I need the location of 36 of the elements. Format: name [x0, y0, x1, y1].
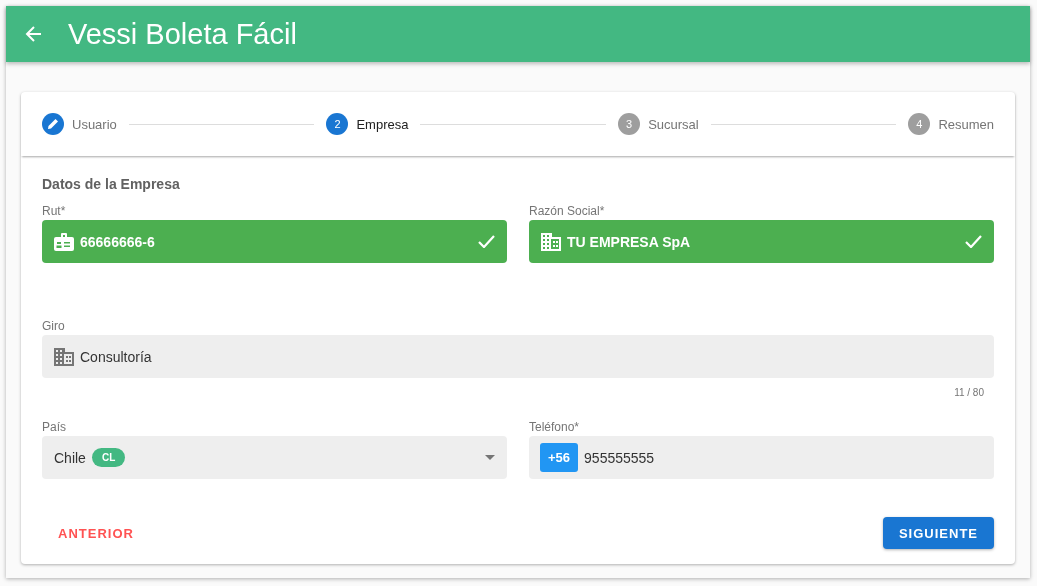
stepper-step[interactable]: Usuario: [42, 113, 117, 135]
field-value: 66666666-6: [80, 233, 156, 250]
select-field[interactable]: Chile CL: [42, 436, 507, 479]
input-field[interactable]: TU EMPRESA SpA: [529, 220, 994, 263]
input-field[interactable]: 66666666-6: [42, 220, 507, 263]
field-value: 955555555: [584, 449, 656, 466]
input-field[interactable]: Consultoría: [42, 335, 994, 378]
building-icon: [541, 232, 561, 251]
field-label: Razón Social*: [529, 204, 605, 218]
back-arrow-icon[interactable]: [24, 24, 44, 44]
step-number: 3: [618, 113, 641, 135]
field-label: País: [42, 420, 66, 434]
next-button[interactable]: SIGUIENTE: [882, 517, 994, 549]
id-badge-icon: [54, 232, 74, 251]
field-label: Teléfono*: [529, 420, 580, 434]
field-value: Chile: [54, 449, 86, 466]
building-icon: [54, 347, 74, 366]
field-label: Giro: [42, 319, 65, 333]
field-value: Consultoría: [80, 348, 153, 365]
check-icon: [478, 235, 495, 248]
step-number: 2: [326, 113, 349, 135]
character-counter: 11 / 80: [954, 387, 984, 398]
step-number: 4: [908, 113, 931, 135]
app-title: Vessi Boleta Fácil: [68, 17, 297, 51]
check-icon: [965, 235, 982, 248]
section-title: Datos de la Empresa: [42, 176, 181, 192]
previous-button[interactable]: ANTERIOR: [42, 517, 150, 549]
stepper-step[interactable]: 3 Sucursal: [618, 113, 699, 135]
stepper-step[interactable]: 4 Resumen: [908, 113, 994, 135]
dropdown-caret-icon: [485, 455, 495, 460]
field-value: TU EMPRESA SpA: [567, 233, 692, 250]
phone-prefix-button[interactable]: +56: [540, 443, 579, 472]
country-code-chip: CL: [91, 448, 126, 467]
stepper-step[interactable]: 2 Empresa: [326, 113, 409, 135]
input-field[interactable]: +56 955555555: [529, 436, 994, 479]
field-label: Rut*: [42, 204, 66, 218]
